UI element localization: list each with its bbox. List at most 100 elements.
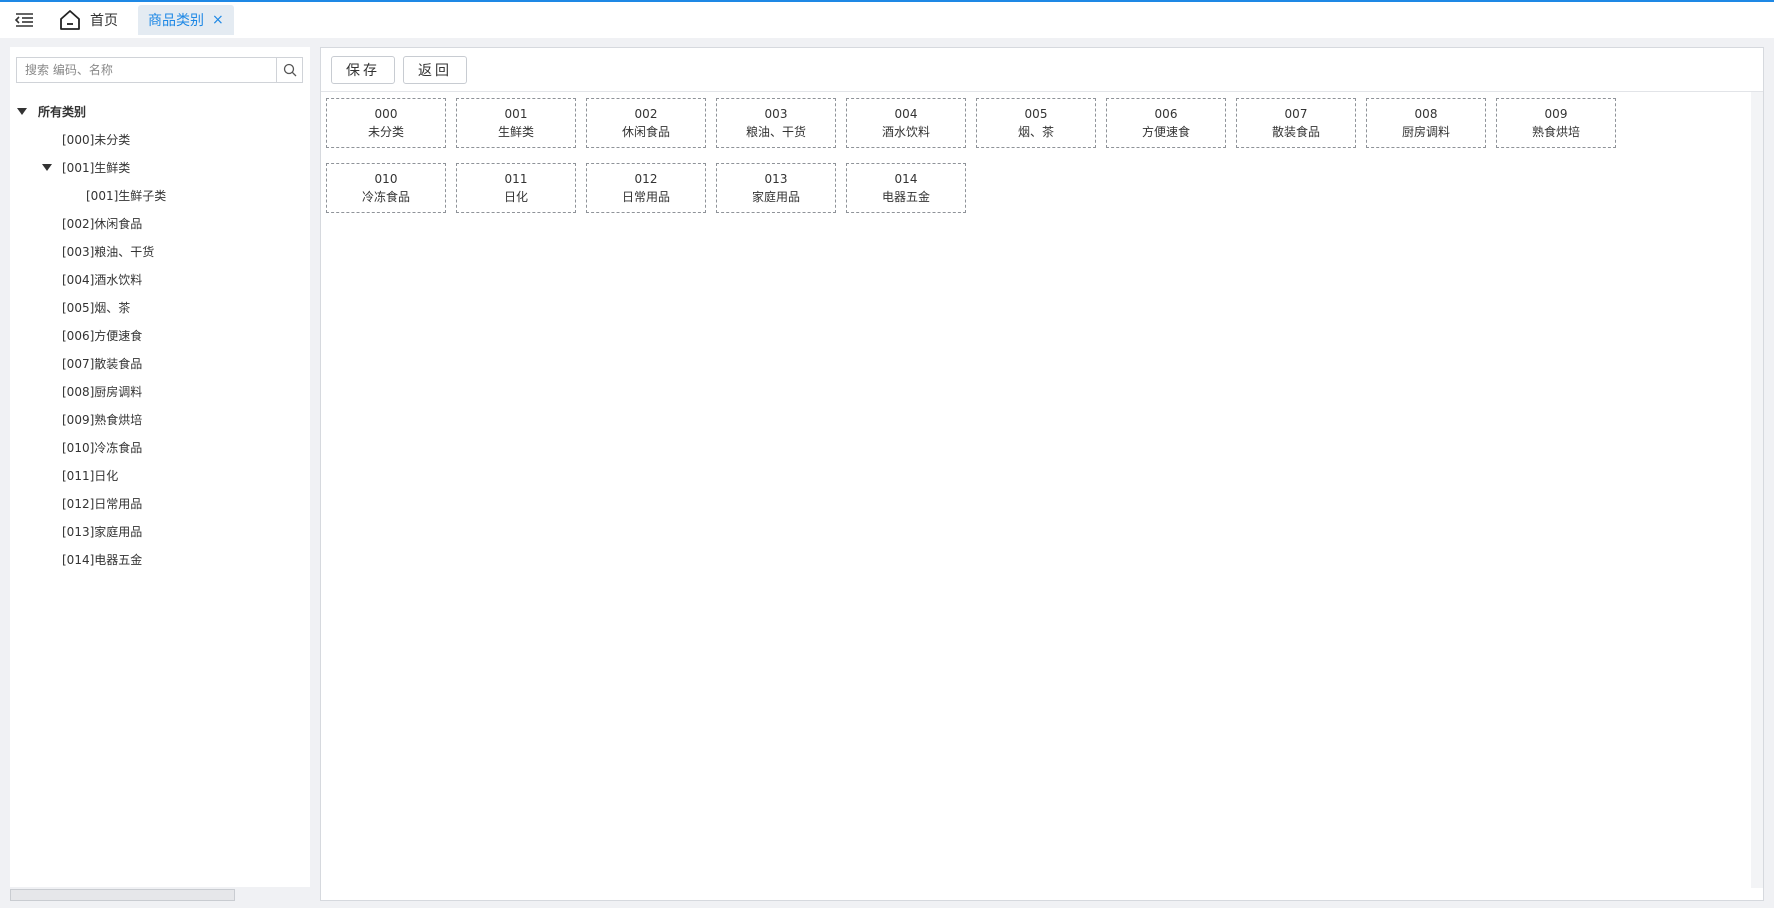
category-card[interactable]: 002 休闲食品 bbox=[586, 98, 706, 148]
category-card-code: 012 bbox=[634, 172, 658, 186]
category-card-name: 粮油、干货 bbox=[745, 125, 806, 139]
tree-node[interactable]: [008]厨房调料 bbox=[10, 377, 310, 405]
tree-node[interactable]: [007]散装食品 bbox=[10, 349, 310, 377]
category-card[interactable]: 006 方便速食 bbox=[1106, 98, 1226, 148]
category-card[interactable]: 012 日常用品 bbox=[586, 163, 706, 213]
back-button[interactable]: 返回 bbox=[403, 55, 467, 84]
tree-node[interactable]: [005]烟、茶 bbox=[10, 293, 310, 321]
tree-node-label: [002]休闲食品 bbox=[62, 216, 143, 231]
home-icon bbox=[60, 10, 80, 30]
search-button[interactable] bbox=[276, 58, 302, 82]
category-card-name: 电器五金 bbox=[881, 190, 930, 204]
tree-node[interactable]: [002]休闲食品 bbox=[10, 209, 310, 237]
tree-node[interactable]: [011]日化 bbox=[10, 461, 310, 489]
tree-node-label: [009]熟食烘培 bbox=[62, 412, 143, 427]
tree-node-label: [000]未分类 bbox=[62, 132, 131, 147]
category-card-code: 005 bbox=[1024, 107, 1048, 121]
scrollbar-thumb[interactable] bbox=[10, 889, 235, 901]
category-tree-panel: 所有类别 [000]未分类[001]生鲜类[001]生鲜子类[002]休闲食品[… bbox=[10, 47, 310, 887]
tree-node-label: [012]日常用品 bbox=[62, 496, 143, 511]
category-card-code: 006 bbox=[1154, 107, 1178, 121]
tree-node[interactable]: [004]酒水饮料 bbox=[10, 265, 310, 293]
tab-product-category-label: 商品类别 bbox=[148, 13, 204, 29]
category-card[interactable]: 008 厨房调料 bbox=[1366, 98, 1486, 148]
tree-node-label: [001]生鲜类 bbox=[62, 160, 131, 175]
category-card[interactable]: 000 未分类 bbox=[326, 98, 446, 148]
tree-node[interactable]: [000]未分类 bbox=[10, 125, 310, 153]
category-card-name: 日常用品 bbox=[621, 190, 670, 204]
search-icon bbox=[283, 63, 296, 77]
tree-node-label: 所有类别 bbox=[38, 104, 87, 119]
tab-home-label: 首页 bbox=[90, 13, 118, 29]
tree-node-root[interactable]: 所有类别 bbox=[10, 97, 310, 125]
category-card[interactable]: 001 生鲜类 bbox=[456, 98, 576, 148]
category-card-code: 004 bbox=[894, 107, 918, 121]
tree-items: [000]未分类 [001]生鲜类 [001]生鲜子类 [002]休闲食品 [003]粮… bbox=[10, 125, 310, 573]
category-card-name: 家庭用品 bbox=[751, 190, 800, 204]
tree-node-label: [003]粮油、干货 bbox=[62, 244, 155, 259]
tree-node[interactable]: [010]冷冻食品 bbox=[10, 433, 310, 461]
category-card[interactable]: 014 电器五金 bbox=[846, 163, 966, 213]
tree-node-label: [004]酒水饮料 bbox=[62, 272, 143, 287]
tree-node[interactable]: [012]日常用品 bbox=[10, 489, 310, 517]
category-card-name: 散装食品 bbox=[1271, 125, 1320, 139]
tree-node[interactable]: [006]方便速食 bbox=[10, 321, 310, 349]
category-card-code: 003 bbox=[764, 107, 788, 121]
category-card-code: 013 bbox=[764, 172, 788, 186]
category-card-code: 009 bbox=[1544, 107, 1568, 121]
horizontal-scrollbar[interactable] bbox=[10, 887, 310, 901]
category-card-code: 000 bbox=[374, 107, 398, 121]
category-card-code: 011 bbox=[504, 172, 528, 186]
menu-toggle-button[interactable] bbox=[0, 2, 48, 38]
main-panel: 保存 返回 000 未分类 001 生鲜类 002 休闲食品 003 粮油、干货 004 酒水饮料… bbox=[320, 47, 1764, 901]
category-card-name: 厨房调料 bbox=[1401, 125, 1450, 139]
toolbar: 保存 返回 bbox=[321, 48, 1763, 92]
category-card-code: 014 bbox=[894, 172, 918, 186]
vertical-scrollbar[interactable] bbox=[1751, 92, 1763, 888]
tree-node-label: [014]电器五金 bbox=[62, 552, 143, 567]
tree-node-label: [006]方便速食 bbox=[62, 328, 143, 343]
category-card-name: 生鲜类 bbox=[497, 125, 534, 139]
category-card-name: 烟、茶 bbox=[1017, 125, 1054, 139]
search-input[interactable] bbox=[17, 58, 276, 82]
tree-node-label: [010]冷冻食品 bbox=[62, 440, 143, 455]
caret-down-icon[interactable] bbox=[42, 163, 52, 171]
tree-node-label: [001]生鲜子类 bbox=[86, 188, 167, 203]
tree-node[interactable]: [013]家庭用品 bbox=[10, 517, 310, 545]
top-bar: 首页 商品类别 × bbox=[0, 0, 1774, 38]
category-card-code: 007 bbox=[1284, 107, 1308, 121]
category-card[interactable]: 013 家庭用品 bbox=[716, 163, 836, 213]
category-tree: 所有类别 [000]未分类 [001]生鲜类 [001]生鲜子类 [002]休闲食品[… bbox=[10, 97, 310, 573]
tree-node[interactable]: [001]生鲜类 bbox=[10, 153, 310, 181]
caret-down-icon[interactable] bbox=[17, 107, 27, 115]
category-card[interactable]: 010 冷冻食品 bbox=[326, 163, 446, 213]
tab-home[interactable]: 首页 bbox=[48, 2, 128, 38]
tree-node[interactable]: [014]电器五金 bbox=[10, 545, 310, 573]
category-card-code: 010 bbox=[374, 172, 398, 186]
category-card-code: 002 bbox=[634, 107, 658, 121]
category-card[interactable]: 003 粮油、干货 bbox=[716, 98, 836, 148]
category-card-name: 休闲食品 bbox=[621, 125, 670, 139]
category-card[interactable]: 009 熟食烘培 bbox=[1496, 98, 1616, 148]
category-card-name: 方便速食 bbox=[1141, 125, 1190, 139]
category-card[interactable]: 004 酒水饮料 bbox=[846, 98, 966, 148]
category-card-code: 001 bbox=[504, 107, 528, 121]
category-card-name: 日化 bbox=[503, 190, 528, 204]
category-card[interactable]: 005 烟、茶 bbox=[976, 98, 1096, 148]
search-box bbox=[16, 57, 303, 83]
tree-node[interactable]: [003]粮油、干货 bbox=[10, 237, 310, 265]
save-button[interactable]: 保存 bbox=[331, 55, 395, 84]
tree-node-label: [011]日化 bbox=[62, 468, 119, 483]
category-card-name: 未分类 bbox=[367, 125, 404, 139]
category-card-code: 008 bbox=[1414, 107, 1438, 121]
menu-collapse-icon bbox=[14, 13, 33, 27]
tree-node[interactable]: [001]生鲜子类 bbox=[10, 181, 310, 209]
category-card[interactable]: 011 日化 bbox=[456, 163, 576, 213]
tab-product-category[interactable]: 商品类别 × bbox=[138, 5, 234, 35]
tree-node[interactable]: [009]熟食烘培 bbox=[10, 405, 310, 433]
category-card[interactable]: 007 散装食品 bbox=[1236, 98, 1356, 148]
category-card-name: 熟食烘培 bbox=[1531, 125, 1580, 139]
close-icon[interactable]: × bbox=[212, 13, 224, 27]
category-card-name: 冷冻食品 bbox=[361, 190, 410, 204]
category-card-name: 酒水饮料 bbox=[881, 125, 930, 139]
